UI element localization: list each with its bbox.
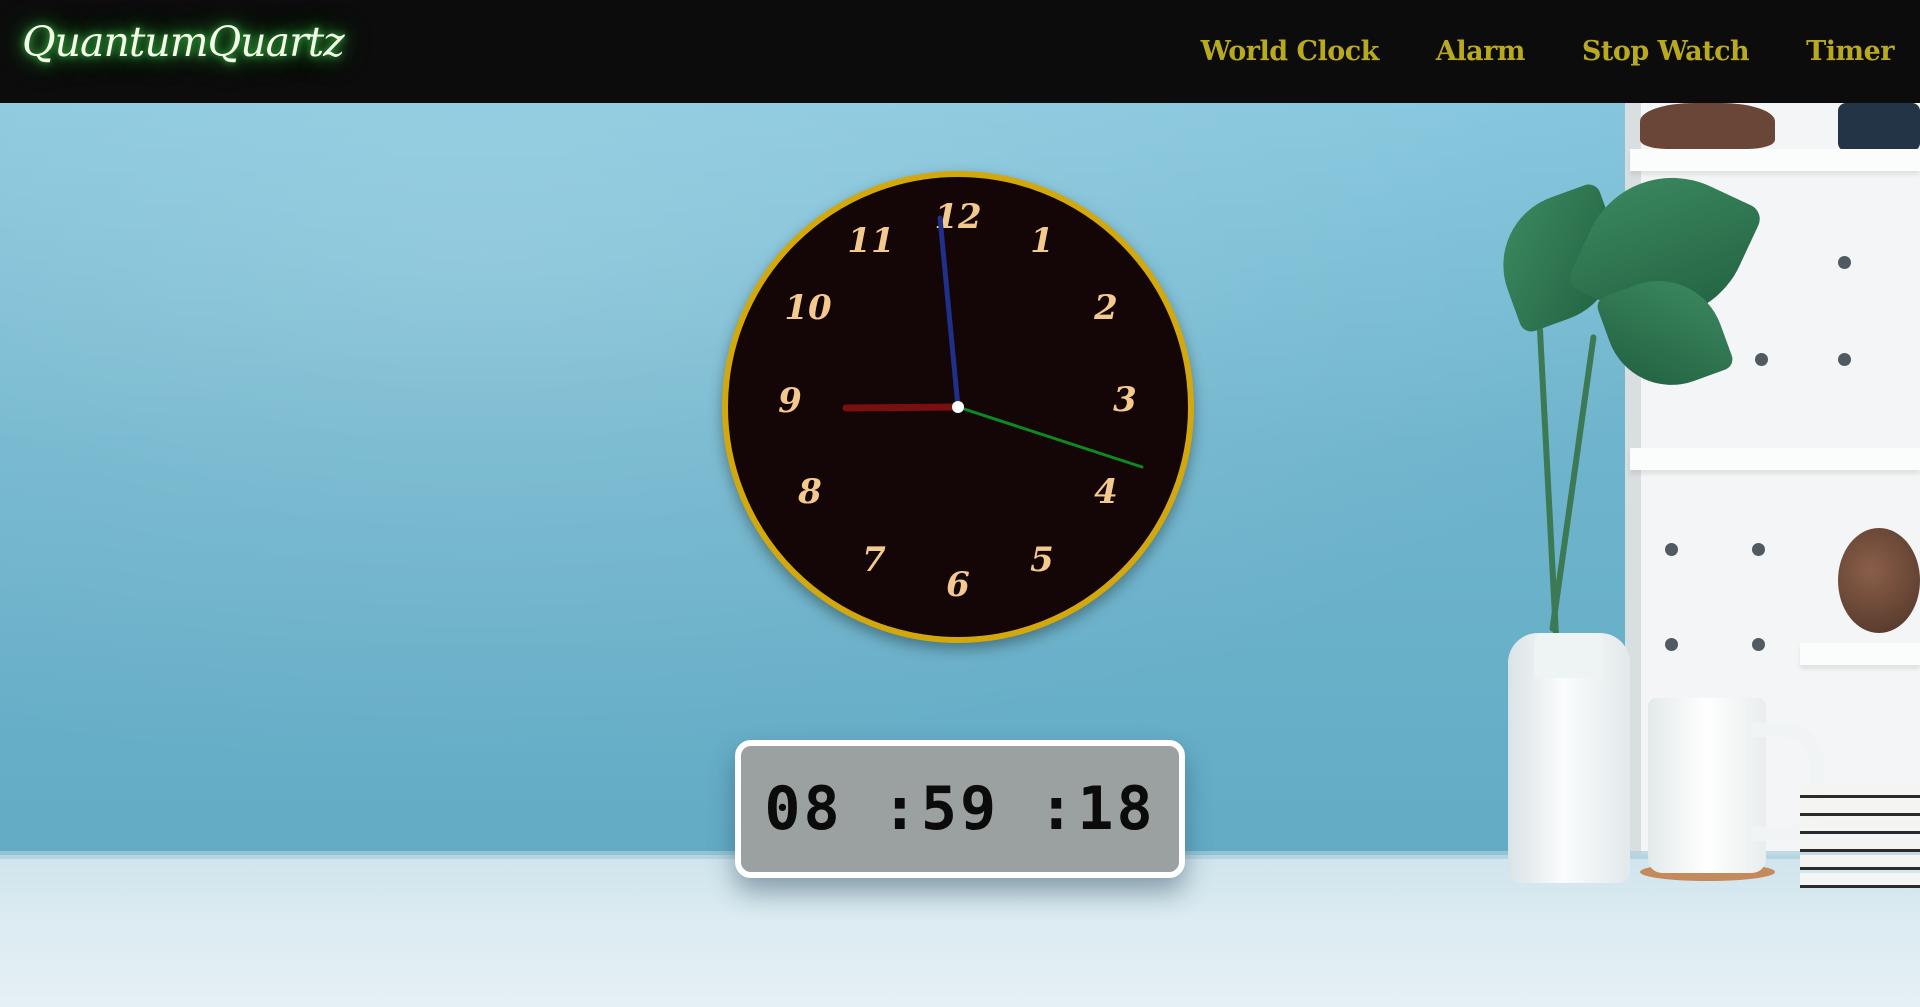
top-navbar: QuantumQuartz World Clock Alarm Stop Wat… [0,0,1920,103]
mug [1648,698,1766,873]
numeral-1: 1 [1030,221,1054,261]
analog-clock: 12 1 2 3 4 5 6 7 8 9 10 11 [722,171,1194,643]
clock-center-pin [952,401,964,413]
numeral-3: 3 [1113,380,1137,420]
numeral-11: 11 [847,221,894,261]
numeral-9: 9 [778,381,802,421]
book [1800,801,1920,816]
numeral-2: 2 [1093,288,1118,328]
shelf-pot [1838,103,1920,151]
nav-world-clock[interactable]: World Clock [1201,36,1380,67]
main-nav: World Clock Alarm Stop Watch Timer [1144,0,1895,103]
shelf-board [1800,643,1920,665]
numeral-6: 6 [946,565,970,605]
book [1800,819,1920,834]
shelf-ornament [1838,528,1920,633]
numeral-4: 4 [1094,472,1118,512]
clock-face: 12 1 2 3 4 5 6 7 8 9 10 11 [778,197,1144,605]
book [1800,837,1920,852]
numeral-5: 5 [1030,540,1054,580]
numeral-10: 10 [784,288,832,328]
hour-hand [842,403,962,412]
digital-time-display: 08 :59 :18 [735,740,1185,878]
nav-timer[interactable]: Timer [1806,36,1894,67]
shelf-board [1630,149,1920,171]
nav-stop-watch[interactable]: Stop Watch [1582,36,1750,67]
digital-time-text: 08 :59 :18 [764,774,1156,844]
book [1800,873,1920,888]
minute-hand [937,215,961,410]
brand-logo[interactable]: QuantumQuartz [22,18,345,66]
shelf-board [1630,448,1920,470]
nav-alarm[interactable]: Alarm [1436,36,1526,67]
numeral-7: 7 [862,540,886,580]
book [1800,783,1920,798]
book [1800,855,1920,870]
shelf-pot [1640,103,1775,149]
numeral-8: 8 [797,472,822,512]
